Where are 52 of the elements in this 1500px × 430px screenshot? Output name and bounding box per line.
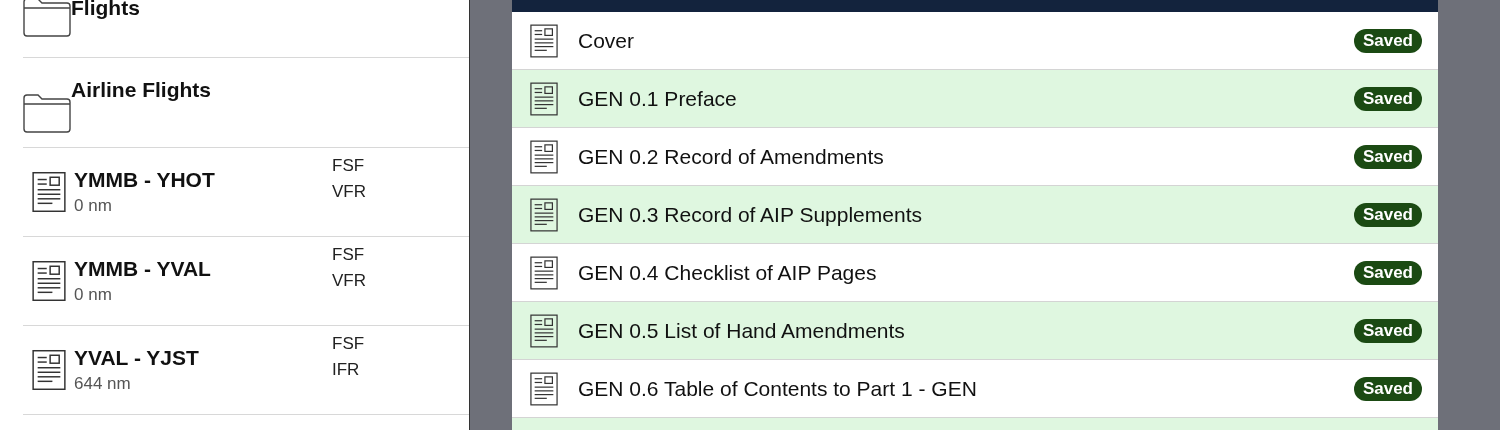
saved-badge: Saved [1353, 260, 1422, 285]
flight-tag: FSF [332, 156, 366, 176]
flight-tag: FSF [332, 334, 365, 354]
document-icon [31, 169, 66, 215]
folder-icon [23, 92, 71, 133]
folder-row[interactable]: Flights [23, 0, 469, 58]
folder-icon [23, 0, 71, 37]
flight-route: YVAL - YJST [74, 346, 200, 370]
flight-tag: VFR [332, 271, 366, 291]
document-icon [530, 138, 558, 175]
flight-route: YMMB - YHOT [74, 168, 216, 192]
document-icon [530, 196, 558, 233]
folder-row[interactable]: Airline Flights [23, 58, 469, 148]
document-icon [530, 22, 558, 59]
document-title: Cover [578, 28, 636, 53]
flight-row[interactable]: YMMB - YVAL 0 nm FSF VFR [23, 237, 469, 326]
document-icon [530, 312, 558, 349]
flight-distance: 0 nm [74, 196, 113, 216]
flight-route: YMMB - YVAL [74, 257, 212, 281]
document-row[interactable]: GEN 0.2 Record of Amendments Saved [512, 128, 1438, 186]
flight-distance: 0 nm [74, 285, 113, 305]
flight-tag: IFR [332, 360, 365, 380]
saved-badge: Saved [1353, 376, 1422, 401]
document-row[interactable]: GEN 0.1 Preface Saved [512, 70, 1438, 128]
folder-title: Airline Flights [71, 78, 211, 102]
document-icon [31, 347, 66, 393]
document-icon [530, 254, 558, 291]
flight-row[interactable]: YMMB - YHOT 0 nm FSF VFR [23, 148, 469, 237]
document-icon [530, 370, 558, 407]
document-icon [530, 80, 558, 117]
saved-badge: Saved [1353, 202, 1422, 227]
flight-row[interactable]: YVAL - YJST 644 nm FSF IFR [23, 326, 469, 415]
document-title: GEN 0.6 Table of Contents to Part 1 - GEN [578, 376, 978, 401]
flight-tag: VFR [332, 182, 366, 202]
folder-title: Flights [71, 0, 140, 20]
flight-distance: 644 nm [74, 374, 132, 394]
flight-tag: FSF [332, 245, 366, 265]
document-title: GEN 0.5 List of Hand Amendments [578, 318, 906, 343]
document-row[interactable]: GEN 0.5 List of Hand Amendments Saved [512, 302, 1438, 360]
document-icon [31, 258, 66, 304]
document-title: GEN 0.4 Checklist of AIP Pages [578, 260, 878, 285]
document-title: GEN 0.2 Record of Amendments [578, 144, 885, 169]
saved-badge: Saved [1353, 28, 1422, 53]
document-row[interactable]: GEN 0.4 Checklist of AIP Pages Saved [512, 244, 1438, 302]
saved-badge: Saved [1353, 86, 1422, 111]
document-row[interactable]: GEN 0.6 Table of Contents to Part 1 - GEN Saved [512, 360, 1438, 418]
document-title: GEN 0.1 Preface [578, 86, 738, 111]
document-row[interactable]: Cover Saved [512, 12, 1438, 70]
saved-badge: Saved [1353, 144, 1422, 169]
document-title: GEN 0.3 Record of AIP Supplements [578, 202, 923, 227]
document-row[interactable]: GEN 0.3 Record of AIP Supplements Saved [512, 186, 1438, 244]
saved-badge: Saved [1353, 318, 1422, 343]
